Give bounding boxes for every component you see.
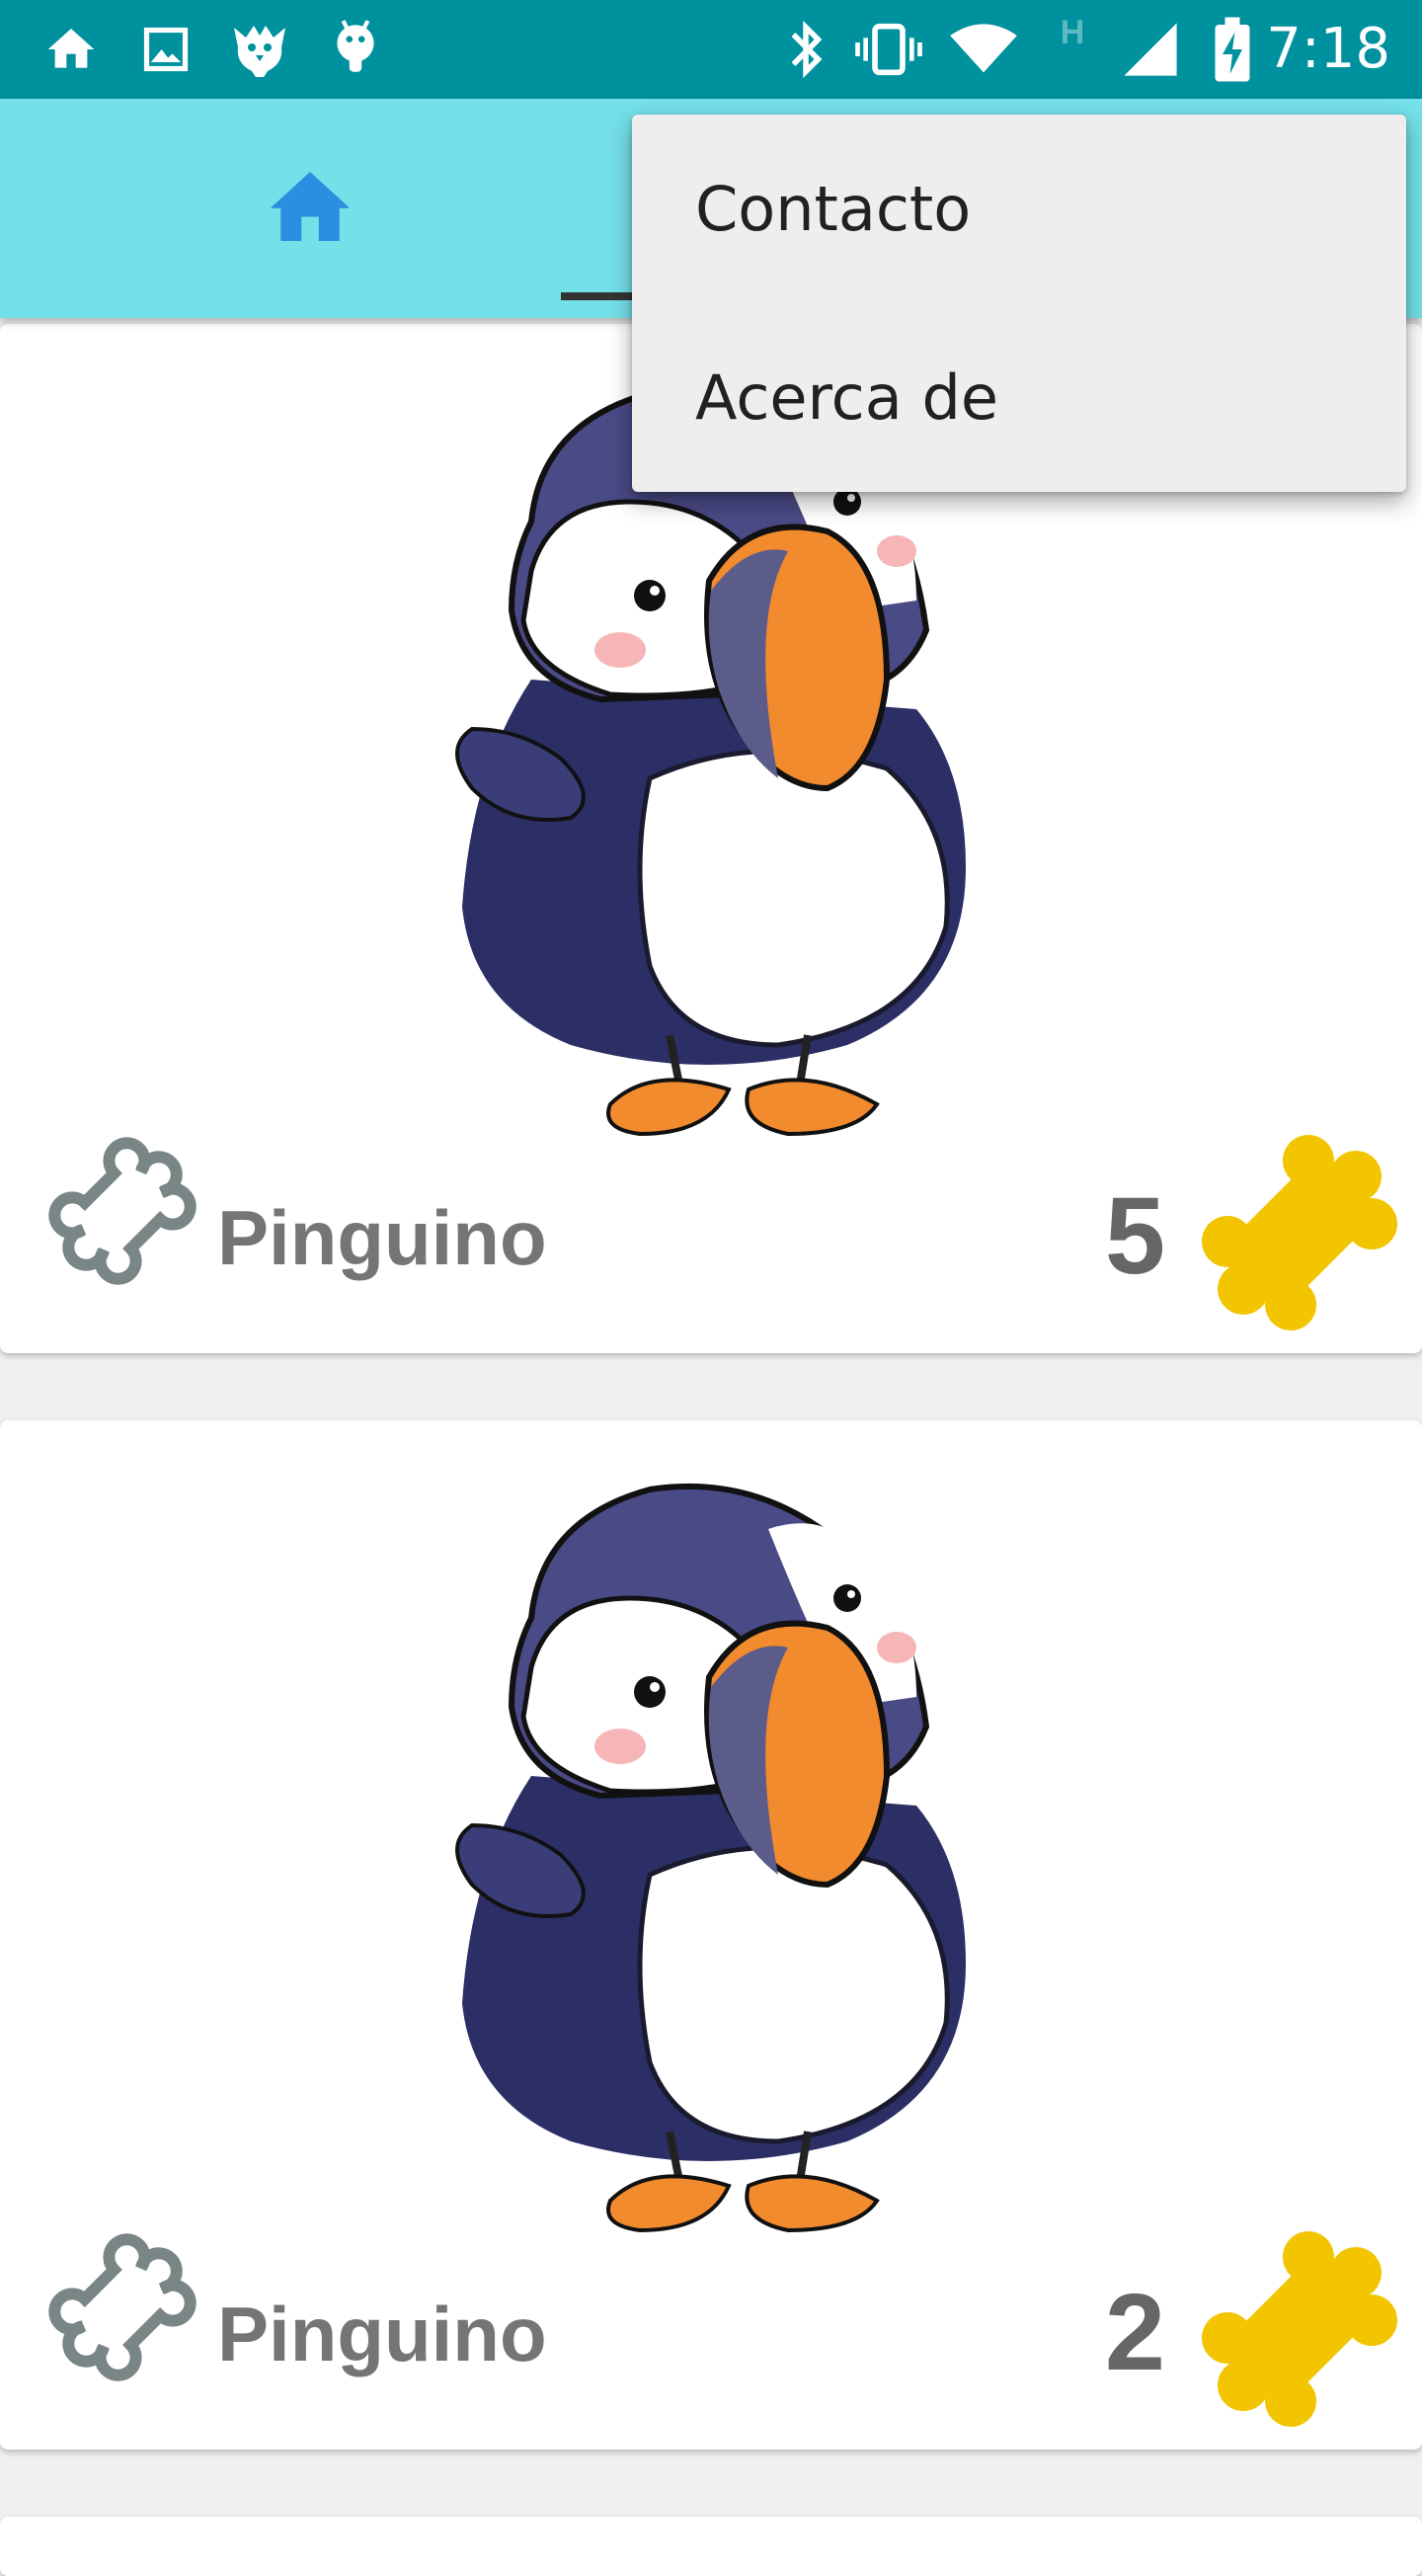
home-icon: [40, 0, 103, 99]
h-network-icon: H: [1051, 0, 1094, 99]
battery-charging-icon: [1207, 0, 1258, 99]
pet-name: Pinguino: [217, 2291, 547, 2377]
android-icon: [326, 0, 385, 99]
status-time: 7:18: [1266, 17, 1390, 81]
overflow-menu: Contacto Acerca de: [632, 115, 1406, 492]
rate-bone-button[interactable]: [43, 2230, 201, 2388]
pet-card: Pinguino 2: [0, 1420, 1422, 2450]
menu-item-contacto[interactable]: Contacto: [632, 115, 1406, 303]
menu-item-label: Acerca de: [695, 362, 998, 434]
rating-count: 5: [1104, 1175, 1165, 1297]
bluetooth-icon: [778, 0, 833, 99]
status-bar: H 7:18: [0, 0, 1422, 99]
menu-item-label: Contacto: [695, 173, 972, 245]
wifi-icon: [944, 0, 1023, 99]
bone-outline-icon: [48, 2232, 197, 2386]
menu-item-acerca-de[interactable]: Acerca de: [632, 303, 1406, 492]
bird-icon: [225, 0, 294, 99]
rating-count: 2: [1104, 2272, 1165, 2393]
puffin-image: [452, 1450, 970, 2240]
network-type-label: H: [1060, 14, 1085, 51]
home-icon: [269, 167, 352, 251]
image-icon: [134, 0, 198, 99]
pet-name: Pinguino: [217, 1194, 547, 1281]
pet-card: [0, 2517, 1422, 2576]
rate-bone-button[interactable]: [43, 1134, 201, 1292]
bone-outline-icon: [48, 1136, 197, 1290]
bone-icon: [1201, 1134, 1398, 1331]
bone-icon: [1201, 2230, 1398, 2428]
signal-icon: [1116, 0, 1185, 99]
tab-home[interactable]: [0, 99, 620, 318]
vibrate-icon: [851, 0, 926, 99]
